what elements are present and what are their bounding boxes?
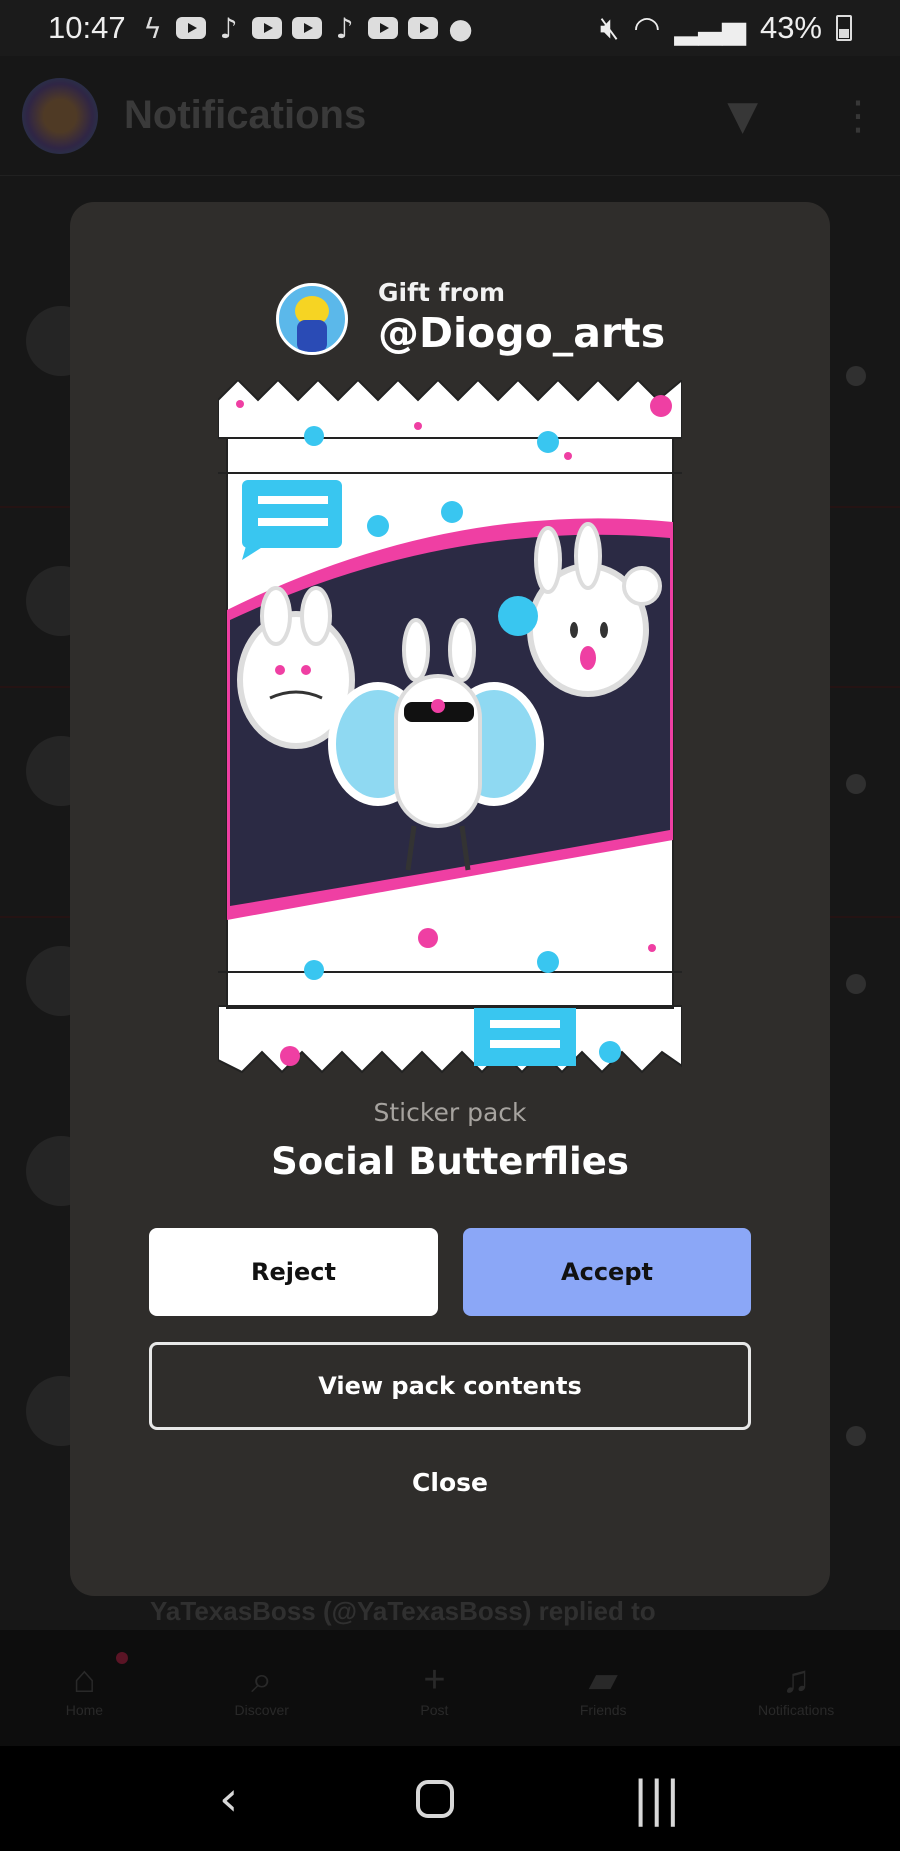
close-button[interactable]: Close: [70, 1468, 830, 1497]
youtube-icon: [175, 17, 206, 39]
recents-icon[interactable]: |||: [632, 1771, 681, 1827]
sticker-pack-image: [217, 377, 683, 1076]
sticker-pack-art: [217, 377, 683, 1074]
mute-icon: 🔇︎: [599, 9, 620, 45]
battery-icon: [836, 15, 852, 41]
tiktok-icon: ♪: [335, 11, 354, 45]
wifi-icon: ◠: [633, 10, 661, 45]
pack-type-label: Sticker pack: [373, 1098, 527, 1127]
gift-dialog: Gift from @Diogo_arts Sticker pack Socia…: [70, 202, 830, 1596]
gift-header: Gift from @Diogo_arts: [276, 278, 665, 359]
gift-label: Gift from: [378, 278, 506, 307]
battery-level: 43%: [759, 10, 822, 45]
system-icons: 🔇︎ ◠ ▂▃▅ 43%: [600, 10, 852, 47]
signal-icon: ▂▃▅: [674, 10, 746, 45]
youtube-icon: [407, 17, 438, 39]
back-icon[interactable]: ‹: [219, 1771, 238, 1827]
youtube-icon: [291, 17, 322, 39]
sender-avatar: [276, 282, 348, 355]
flash-icon: ϟ: [143, 11, 162, 45]
tiktok-icon: ♪: [219, 11, 238, 45]
system-nav-bar: ‹ |||: [0, 1746, 900, 1851]
gift-sender: @Diogo_arts: [378, 309, 666, 357]
status-bar: 10:47 ϟ ♪ ♪ ● 🔇︎ ◠ ▂▃▅ 43%: [0, 0, 900, 56]
accept-button[interactable]: Accept: [463, 1228, 751, 1316]
notification-icons: ϟ ♪ ♪ ●: [140, 12, 474, 45]
youtube-icon: [367, 17, 398, 39]
view-pack-contents-button[interactable]: View pack contents: [149, 1342, 751, 1430]
status-time: 10:47: [48, 10, 126, 45]
home-button-icon[interactable]: [416, 1779, 455, 1818]
pack-name: Social Butterflies: [271, 1140, 629, 1183]
youtube-icon: [251, 17, 282, 39]
reddit-icon: ●: [448, 11, 473, 45]
reject-button[interactable]: Reject: [149, 1228, 438, 1316]
